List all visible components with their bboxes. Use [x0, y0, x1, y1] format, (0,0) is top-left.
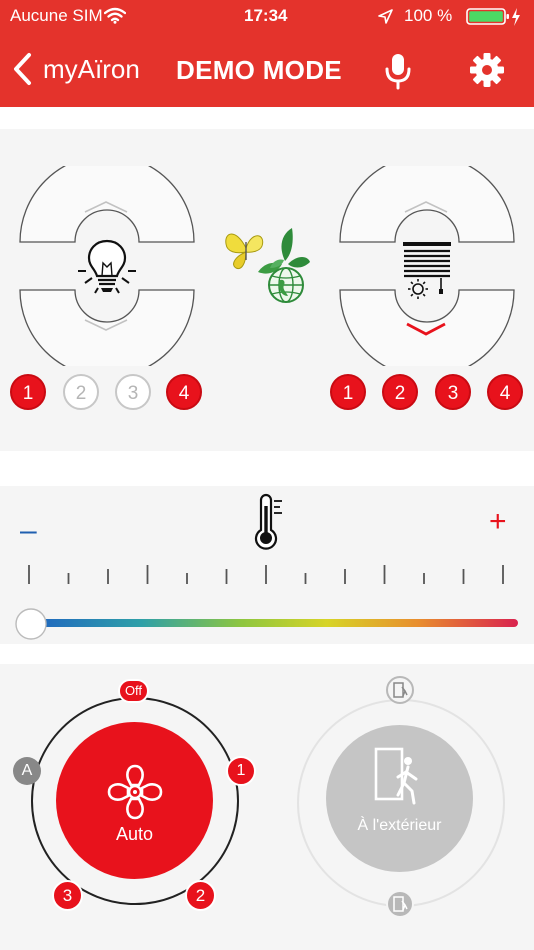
away-button[interactable]: À l'extérieur: [326, 725, 473, 872]
temperature-increase-button[interactable]: +: [489, 505, 507, 539]
temperature-slider[interactable]: [12, 606, 520, 644]
clock-label: 17:34: [244, 6, 288, 25]
light-channel-4[interactable]: 4: [166, 374, 202, 410]
battery-percent-label: 100 %: [404, 6, 453, 25]
chevron-left-icon: [14, 53, 31, 85]
light-channel-2[interactable]: 2: [63, 374, 99, 410]
exit-door-person-icon: [374, 747, 418, 805]
ventilation-speed-2-button[interactable]: 2: [185, 880, 216, 911]
wifi-icon: [104, 7, 126, 24]
away-bottom-button[interactable]: [386, 890, 414, 918]
location-arrow-icon: [378, 9, 393, 24]
exit-door-small-icon: [393, 896, 408, 912]
temperature-scale-ticks: [28, 565, 504, 584]
light-channel-1[interactable]: 1: [10, 374, 46, 410]
temperature-decrease-button[interactable]: –: [20, 514, 37, 548]
ventilation-off-button[interactable]: Off: [118, 679, 149, 703]
blinds-channel-2[interactable]: 2: [382, 374, 418, 410]
microphone-button[interactable]: [383, 52, 413, 90]
back-label: myAïron: [43, 54, 140, 84]
ventilation-speed-1-button[interactable]: 1: [226, 756, 256, 786]
away-label: À l'extérieur: [357, 817, 442, 834]
blinds-channel-3[interactable]: 3: [435, 374, 471, 410]
back-button[interactable]: myAïron: [10, 50, 150, 90]
lightbulb-icon: [78, 239, 136, 294]
blinds-icon: [403, 242, 451, 299]
ventilation-speed-3-button[interactable]: 3: [52, 880, 83, 911]
carrier-label: Aucune SIM: [10, 6, 103, 25]
blinds-channel-1[interactable]: 1: [330, 374, 366, 410]
thermometer-icon: [254, 493, 282, 550]
blinds-channel-4[interactable]: 4: [487, 374, 523, 410]
header-bar: Aucune SIM 17:34 100 % myAïron DEMO MODE: [0, 0, 534, 107]
ventilation-mode-button[interactable]: Auto: [56, 722, 213, 879]
ventilation-auto-button[interactable]: A: [13, 757, 41, 785]
ventilation-mode-label: Auto: [115, 824, 154, 844]
battery-charging-icon: [466, 8, 520, 26]
exit-door-small-icon: [393, 682, 408, 698]
page-title: DEMO MODE: [176, 55, 342, 85]
light-channel-3[interactable]: 3: [115, 374, 151, 410]
eco-butterfly-globe-logo: [225, 228, 310, 303]
fan-icon: [107, 764, 163, 820]
settings-gear-button[interactable]: [469, 52, 505, 88]
away-top-button[interactable]: [386, 676, 414, 704]
